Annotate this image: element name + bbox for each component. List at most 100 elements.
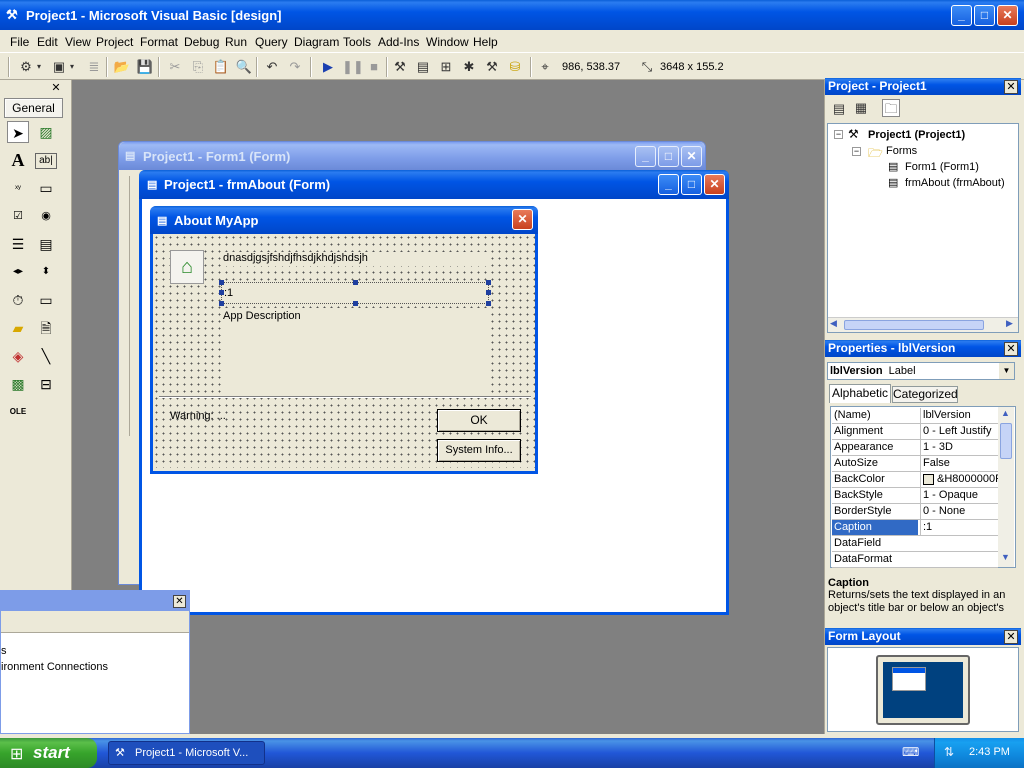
menu-format[interactable]: Format	[140, 35, 178, 49]
timer-tool-icon[interactable]: ⏱	[7, 289, 29, 311]
about-dialog[interactable]: ▤ About MyApp ✕ ⌂ dnasdjgsjfshdjfhsdjkhd…	[150, 206, 538, 474]
object-browser-icon[interactable]: ✱	[460, 58, 478, 76]
frmabout-close-button[interactable]: ✕	[704, 174, 725, 195]
menu-tools[interactable]: Tools	[343, 35, 371, 49]
system-info-button[interactable]: System Info...	[437, 439, 521, 462]
selection-handle[interactable]	[219, 290, 224, 295]
data-view-item[interactable]: ironment Connections	[1, 661, 108, 673]
tree-forms-folder[interactable]: Forms	[886, 145, 917, 157]
form1-minimize-button[interactable]: _	[635, 146, 656, 167]
find-icon[interactable]: 🔍	[235, 58, 253, 76]
end-icon[interactable]: ■	[365, 58, 383, 76]
selection-handle[interactable]	[353, 301, 358, 306]
line-tool-icon[interactable]: ╲	[35, 345, 57, 367]
menu-window[interactable]: Window	[426, 35, 469, 49]
network-icon[interactable]: ⇅	[944, 745, 954, 759]
frame-tool-icon[interactable]: ˣʸ	[7, 177, 29, 199]
prop-value[interactable]: False	[920, 456, 998, 471]
scroll-thumb[interactable]	[1000, 423, 1012, 459]
copy-icon[interactable]: ⎘	[189, 58, 207, 76]
toolbox-close-icon[interactable]: ✕	[50, 82, 62, 94]
picturebox-tool-icon[interactable]: ▨	[35, 121, 57, 143]
label-description[interactable]: App Description	[221, 308, 491, 396]
menu-debug[interactable]: Debug	[184, 35, 219, 49]
optionbutton-tool-icon[interactable]: ◉	[35, 205, 57, 227]
prop-value[interactable]: 0 - None	[920, 504, 998, 519]
close-button[interactable]: ✕	[997, 5, 1018, 26]
dropdown-arrow-icon[interactable]: ▾	[35, 58, 43, 76]
frmabout-minimize-button[interactable]: _	[658, 174, 679, 195]
form1-close-button[interactable]: ✕	[681, 146, 702, 167]
start-icon[interactable]: ▶	[319, 58, 337, 76]
open-folder-icon[interactable]: 📂	[113, 58, 131, 76]
filelistbox-tool-icon[interactable]: 🗎	[35, 317, 57, 339]
shape-tool-icon[interactable]: ◈	[7, 345, 29, 367]
app-icon-picture[interactable]: ⌂	[170, 250, 204, 284]
menu-help[interactable]: Help	[473, 35, 498, 49]
properties-window-icon[interactable]: ▤	[414, 58, 432, 76]
form-layout-icon[interactable]: ⊞	[437, 58, 455, 76]
undo-icon[interactable]: ↶	[263, 58, 281, 76]
scroll-up-icon[interactable]: ▲	[1001, 408, 1010, 418]
vscrollbar-tool-icon[interactable]: ⬍	[35, 261, 57, 283]
menu-diagram[interactable]: Diagram	[294, 35, 339, 49]
prop-row[interactable]: BackStyle 1 - Opaque	[832, 488, 998, 504]
paste-icon[interactable]: 📋	[212, 58, 230, 76]
clock[interactable]: 2:43 PM	[969, 746, 1010, 758]
project-hscrollbar[interactable]: ◀ ▶	[828, 317, 1018, 332]
menu-project[interactable]: Project	[96, 35, 133, 49]
dropdown-arrow-icon[interactable]: ▾	[68, 58, 76, 76]
add-project-icon[interactable]: ⚙	[17, 58, 35, 76]
cut-icon[interactable]: ✂	[166, 58, 184, 76]
menu-addins[interactable]: Add-Ins	[378, 35, 419, 49]
form1-title-bar[interactable]: ▤ Project1 - Form1 (Form) _ □ ✕	[119, 142, 705, 170]
prop-row-selected[interactable]: Caption:1	[832, 520, 998, 536]
scroll-down-icon[interactable]: ▼	[1001, 552, 1010, 562]
label-warning[interactable]: Warning: ...	[170, 410, 370, 424]
prop-value[interactable]: 0 - Left Justify	[920, 424, 998, 439]
ole-tool-icon[interactable]: OLE	[7, 401, 29, 423]
prop-row[interactable]: Alignment 0 - Left Justify	[832, 424, 998, 440]
main-title-bar[interactable]: ⚒ Project1 - Microsoft Visual Basic [des…	[0, 0, 1024, 30]
project-explorer-title[interactable]: Project - Project1	[825, 78, 1021, 95]
prop-value[interactable]: lblVersion	[920, 408, 998, 423]
ok-button[interactable]: OK	[437, 409, 521, 432]
tree-item-form1[interactable]: Form1 (Form1)	[905, 161, 979, 173]
toolbox-icon[interactable]: ⚒	[483, 58, 501, 76]
project-explorer-icon[interactable]: ⚒	[391, 58, 409, 76]
selection-handle[interactable]	[353, 280, 358, 285]
prop-row[interactable]: BackColor &H8000000F	[832, 472, 998, 488]
frmabout-title-bar[interactable]: ▤ Project1 - frmAbout (Form) _ □ ✕	[139, 170, 729, 199]
frmabout-maximize-button[interactable]: □	[681, 174, 702, 195]
properties-title[interactable]: Properties - lblVersion	[825, 340, 1021, 357]
tree-expander-icon[interactable]: −	[834, 130, 843, 139]
dirlistbox-tool-icon[interactable]: ▰	[7, 317, 29, 339]
menu-query[interactable]: Query	[255, 35, 288, 49]
tree-project-root[interactable]: Project1 (Project1)	[868, 129, 965, 141]
layout-form-preview[interactable]	[892, 667, 926, 691]
selection-handle[interactable]	[486, 301, 491, 306]
combobox-tool-icon[interactable]: ☰	[7, 233, 29, 255]
data-view-item[interactable]: s	[1, 645, 7, 657]
pointer-tool-icon[interactable]: ➤	[7, 121, 29, 143]
selection-handle[interactable]	[486, 280, 491, 285]
form1-maximize-button[interactable]: □	[658, 146, 679, 167]
prop-row[interactable]: BorderStyle 0 - None	[832, 504, 998, 520]
data-view-title-bar[interactable]	[1, 591, 189, 611]
selection-handle[interactable]	[219, 280, 224, 285]
menu-file[interactable]: File	[10, 35, 29, 49]
hscrollbar-tool-icon[interactable]: ◂▸	[7, 261, 29, 283]
scroll-thumb[interactable]	[844, 320, 984, 330]
chevron-down-icon[interactable]: ▼	[999, 363, 1014, 379]
data-tool-icon[interactable]: ⊟	[35, 373, 57, 395]
prop-value[interactable]: 1 - 3D	[920, 440, 998, 455]
prop-row[interactable]: DataFormat	[832, 552, 998, 568]
prop-row[interactable]: DataField	[832, 536, 998, 552]
checkbox-tool-icon[interactable]: ☑	[7, 205, 29, 227]
selection-handle[interactable]	[486, 290, 491, 295]
scroll-left-icon[interactable]: ◀	[830, 318, 837, 329]
minimize-button[interactable]: _	[951, 5, 972, 26]
drivelistbox-tool-icon[interactable]: ▭	[35, 289, 57, 311]
form-layout-close-icon[interactable]: ✕	[1004, 630, 1018, 644]
prop-row[interactable]: Appearance 1 - 3D	[832, 440, 998, 456]
